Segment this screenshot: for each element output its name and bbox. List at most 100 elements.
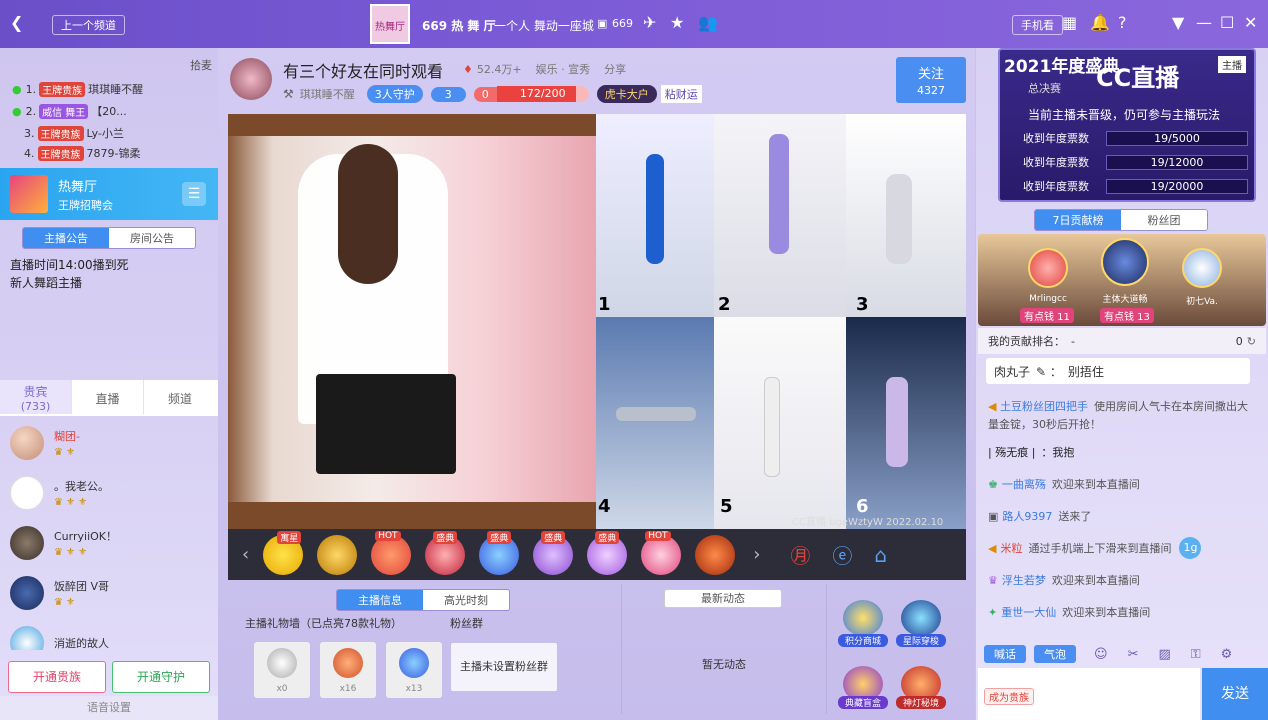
refresh-icon[interactable]: ↻: [1247, 335, 1256, 348]
top-user[interactable]: Mrlingcc: [1018, 248, 1078, 304]
mic-queue-label[interactable]: 拾麦: [190, 57, 212, 73]
anchor-tab[interactable]: 主播: [1218, 56, 1246, 73]
users-icon[interactable]: 👥: [698, 13, 718, 32]
points-mall-button[interactable]: 积分商城: [838, 600, 888, 647]
wall-gift-item[interactable]: x0: [254, 642, 310, 698]
list-item[interactable]: 。我老公。 ♛ ⚜ ⚜: [0, 468, 218, 518]
follow-button[interactable]: 关注 4327: [896, 57, 966, 103]
bag-icon[interactable]: ⓔ: [832, 540, 852, 569]
gift-item[interactable]: 盛典: [533, 530, 574, 575]
tab-7day-rank[interactable]: 7日贡献榜: [1035, 210, 1121, 230]
annual-banner[interactable]: 2021年度盛典 总决赛 CC直播 主播 当前主播未晋级，仍可参与主播玩法 收到…: [998, 48, 1256, 202]
list-item[interactable]: CurryiiOK！ ♛ ⚜ ⚜: [0, 518, 218, 568]
rank-tabs: 7日贡献榜 粉丝团: [1034, 209, 1208, 231]
gift-item[interactable]: HOT: [641, 530, 682, 575]
tab-anchor-notice[interactable]: 主播公告: [23, 228, 109, 248]
avatar: [10, 476, 44, 510]
list-item[interactable]: 消逝的故人: [0, 618, 218, 650]
gift-item[interactable]: 盛典: [587, 530, 628, 575]
gift-item[interactable]: HOT: [371, 530, 412, 575]
vip-user-list: 糊团- ♛ ⚜ 。我老公。 ♛ ⚜ ⚜ CurryiiOK！ ♛ ⚜ ⚜ 饭醉团 V哥…: [0, 418, 218, 650]
list-item[interactable]: ● 2. 威信 舞王 【20...: [0, 100, 210, 122]
chat-message: ♛ 浮生若梦 欢迎来到本直播间: [988, 573, 1140, 588]
magic-lamp-button[interactable]: 神灯秘境: [896, 666, 946, 709]
tab-live[interactable]: 直播: [72, 380, 144, 414]
wall-gift-item[interactable]: x16: [320, 642, 376, 698]
sticky-luck[interactable]: 粘财运: [660, 85, 702, 103]
scissors-icon[interactable]: ✂: [1128, 647, 1139, 662]
bubble-tab[interactable]: 气泡: [1034, 645, 1076, 663]
room-count: 669: [612, 17, 633, 30]
tab-highlights[interactable]: 高光时刻: [423, 590, 509, 610]
anchor-avatar[interactable]: [230, 58, 272, 100]
wall-gift-item[interactable]: x13: [386, 642, 442, 698]
category[interactable]: 娱乐 · 宣秀: [536, 61, 591, 77]
gift-bar: ‹ 寓星 HOT 盛典 盛典 盛典 盛典 HOT › ㊊ ⓔ ⌂: [228, 529, 966, 580]
tab-anchor-info[interactable]: 主播信息: [337, 590, 423, 610]
close-icon[interactable]: ✕: [1244, 13, 1257, 32]
gift-wall-label: 主播礼物墙（已点亮78款礼物）: [245, 617, 402, 630]
anchor-name: 琪琪睡不醒: [299, 88, 355, 101]
gift-item[interactable]: 盛典: [425, 530, 466, 575]
open-guard-button[interactable]: 开通守护: [112, 661, 210, 693]
list-item[interactable]: 饭醉团 V哥 ♛ ⚜: [0, 568, 218, 618]
tab-room-notice[interactable]: 房间公告: [109, 228, 195, 248]
gift-prev-icon[interactable]: ‹: [242, 544, 249, 565]
open-noble-button[interactable]: 开通贵族: [8, 661, 106, 693]
maximize-icon[interactable]: ☐: [1220, 13, 1234, 32]
lock-icon[interactable]: ⚿: [1191, 647, 1201, 662]
fans-count[interactable]: 3: [430, 86, 466, 102]
pinned-chat: 肉丸子 ✎ ： 别捂住: [986, 358, 1250, 384]
image-icon[interactable]: ▨: [1158, 647, 1170, 662]
share-button[interactable]: 分享: [604, 61, 626, 77]
avatar: [10, 626, 44, 650]
become-noble-badge[interactable]: 成为贵族: [984, 688, 1034, 705]
notice-tabs: 主播公告 房间公告: [22, 227, 196, 249]
star-icon[interactable]: ★: [670, 13, 684, 32]
treasure-box-button[interactable]: 典藏盲盒: [838, 666, 888, 709]
tab-latest-feed[interactable]: 最新动态: [664, 589, 782, 608]
top-user[interactable]: 初七Va.: [1172, 248, 1232, 307]
phone-watch-button[interactable]: 手机看: [1012, 15, 1063, 35]
video-player[interactable]: 1 2 3 4 5 6 CC直播 bgeWztyW 2022.02.10: [228, 114, 966, 529]
voice-settings-button[interactable]: 语音设置: [0, 696, 218, 720]
menu-icon[interactable]: ☰: [182, 182, 206, 206]
tiger-card-badge[interactable]: 虎卡大户: [596, 85, 657, 103]
list-item[interactable]: 4. 王牌贵族 7879-锦柔: [0, 144, 210, 162]
gift-item[interactable]: 寓星: [263, 530, 304, 575]
channel-card[interactable]: 热舞厅 王牌招聘会 ☰: [0, 168, 218, 220]
gift-item[interactable]: [317, 534, 358, 575]
guard-button[interactable]: 3人守护: [366, 85, 423, 103]
my-rank-row: 我的贡献排名： - 0 ↻: [978, 328, 1266, 354]
grid-icon[interactable]: ▦: [1062, 13, 1077, 32]
list-item[interactable]: ● 1. 王牌贵族 琪琪睡不醒: [0, 78, 210, 100]
send-button[interactable]: 发送: [1202, 668, 1268, 720]
avatar: [10, 526, 44, 560]
star-travel-button[interactable]: 星际穿梭: [896, 600, 946, 647]
plane-icon[interactable]: ✈: [643, 13, 656, 32]
gift-item[interactable]: 盛典: [479, 530, 520, 575]
notice-text-2: 新人舞蹈主播: [10, 276, 83, 290]
tab-fan-club[interactable]: 粉丝团: [1121, 210, 1207, 230]
minimize-icon[interactable]: —: [1196, 13, 1212, 32]
settings-icon[interactable]: ⚙: [1221, 647, 1233, 662]
back-icon[interactable]: ❮: [10, 13, 23, 32]
dropdown-icon[interactable]: ▼: [1172, 13, 1184, 32]
pinned-chat-name[interactable]: 肉丸子: [994, 363, 1030, 380]
emoji-icon[interactable]: ☺: [1094, 647, 1108, 662]
list-item[interactable]: 糊团- ♛ ⚜: [0, 418, 218, 468]
chat-input[interactable]: 成为贵族: [978, 668, 1200, 720]
bell-icon[interactable]: 🔔: [1090, 13, 1110, 32]
gift-next-icon[interactable]: ›: [753, 544, 760, 565]
complete-icon[interactable]: ㊊: [790, 540, 810, 569]
tab-channel[interactable]: 频道: [144, 380, 216, 414]
chat-message: ♚ 一曲离殇 欢迎来到本直播间: [988, 477, 1140, 492]
gift-item[interactable]: [695, 534, 736, 575]
top-user[interactable]: 主体大道畅: [1090, 238, 1160, 305]
tab-vip[interactable]: 贵宾 (733): [0, 380, 72, 414]
help-icon[interactable]: ?: [1118, 13, 1127, 32]
list-item[interactable]: 3. 王牌贵族 Ly-小兰: [0, 122, 210, 144]
prev-channel-button[interactable]: 上一个频道: [52, 15, 125, 35]
shout-tab[interactable]: 喊话: [984, 645, 1026, 663]
shop-icon[interactable]: ⌂: [874, 543, 887, 567]
